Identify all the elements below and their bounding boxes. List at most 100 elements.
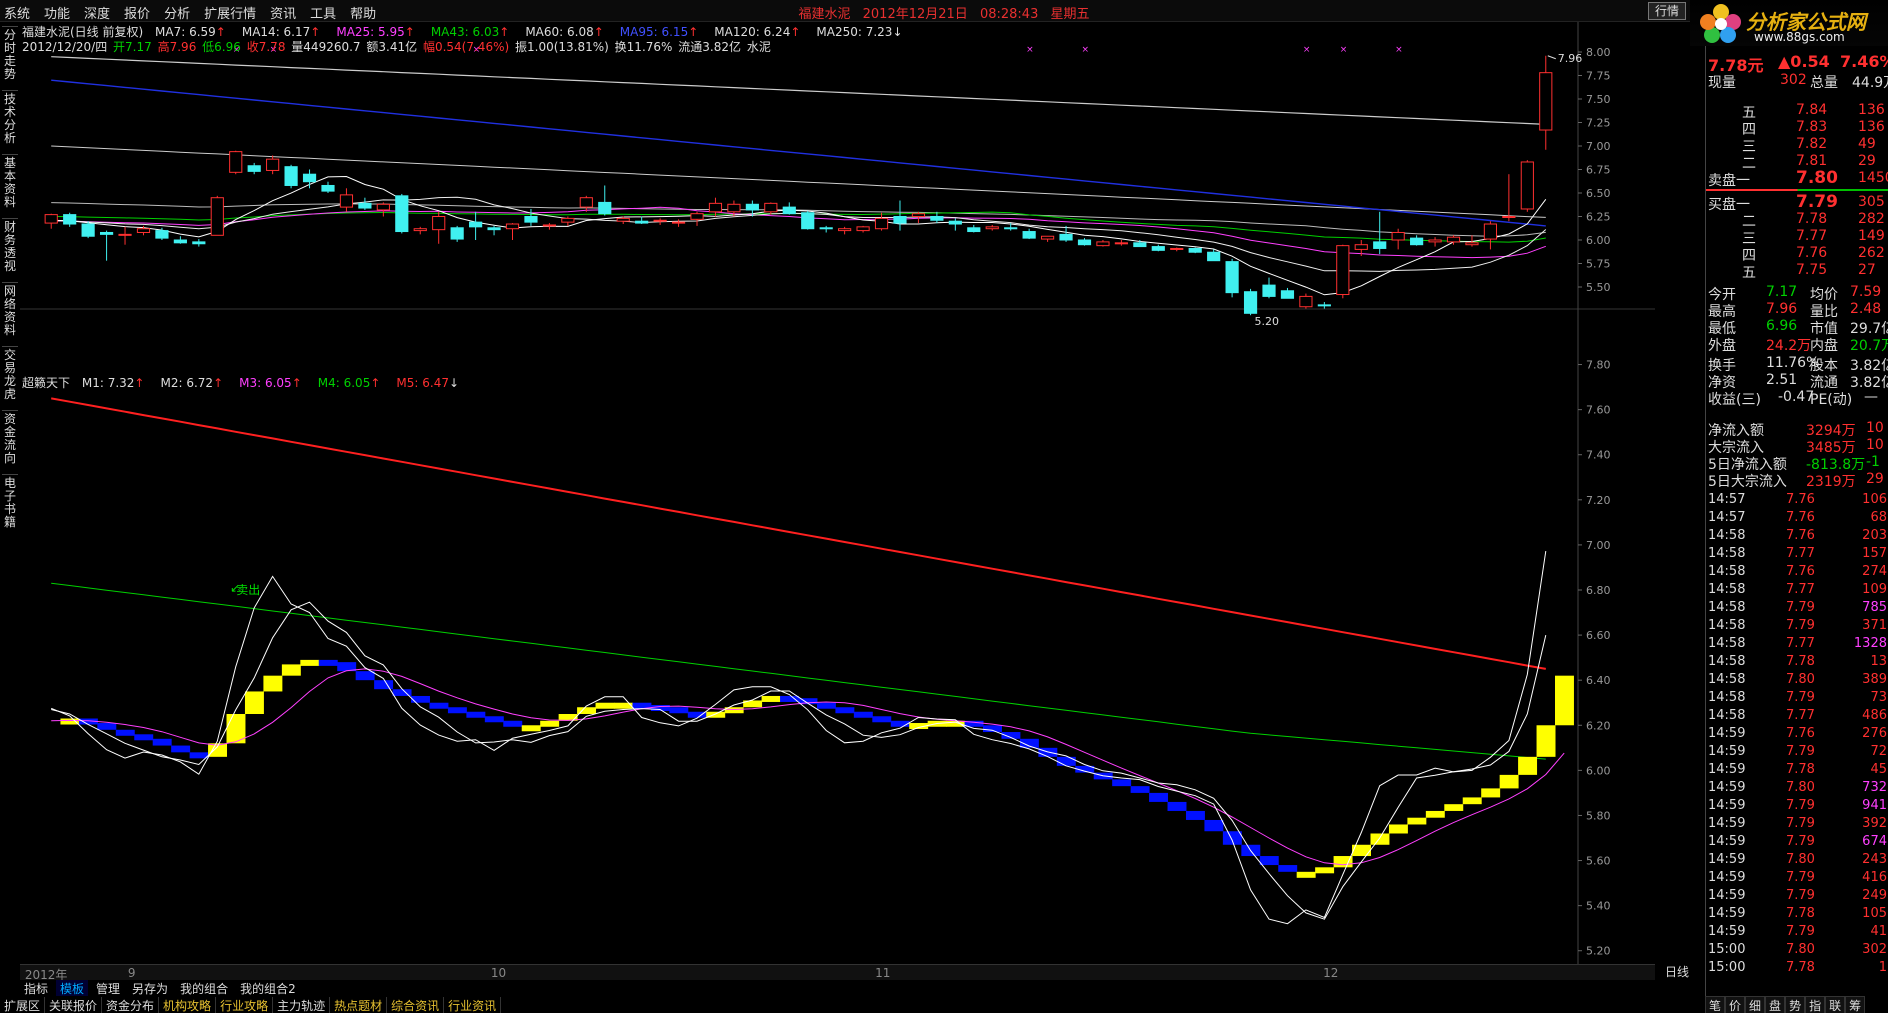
right-tab[interactable]: 势 — [1785, 996, 1806, 1013]
candle-body[interactable] — [395, 195, 409, 233]
sell-level[interactable]: 五 7.84 136 — [1706, 102, 1888, 121]
candle-body[interactable] — [653, 219, 667, 222]
indicator-name[interactable]: 超籁天下 — [22, 376, 70, 390]
tick-row[interactable]: 14:58 7.77 109 — [1706, 582, 1888, 597]
candle-body[interactable] — [1280, 290, 1295, 299]
vtab-item[interactable]: 技术分析 — [2, 90, 18, 145]
tick-row[interactable]: 14:58 7.77 1328 — [1706, 636, 1888, 651]
candle-body[interactable] — [1502, 216, 1516, 218]
right-tab[interactable]: 笔 — [1705, 996, 1726, 1013]
candle-body[interactable] — [524, 216, 538, 223]
candle-body[interactable] — [81, 223, 95, 237]
candle-body[interactable] — [63, 214, 77, 225]
tick-row[interactable]: 14:58 7.76 203 — [1706, 528, 1888, 543]
tick-row[interactable]: 14:59 7.79 941 — [1706, 798, 1888, 813]
candle-body[interactable] — [1539, 72, 1553, 131]
candle-body[interactable] — [579, 197, 593, 208]
candle-body[interactable] — [284, 166, 298, 186]
status-tab[interactable]: 热点题材 — [330, 997, 388, 1013]
candle-body[interactable] — [911, 213, 926, 217]
candle-body[interactable] — [764, 202, 778, 213]
tick-row[interactable]: 15:00 7.80 302 — [1706, 942, 1888, 957]
candle-body[interactable] — [690, 213, 704, 220]
tick-row[interactable]: 14:58 7.79 371 — [1706, 618, 1888, 633]
candle-body[interactable] — [1354, 244, 1368, 250]
tick-row[interactable]: 14:59 7.79 41 — [1706, 924, 1888, 939]
candle-body[interactable] — [1207, 251, 1221, 262]
candle-body[interactable] — [1465, 242, 1479, 246]
kline-chart-svg[interactable]: 8.00 7.75 7.50 7.25 7.00 6.75 6.50 6.25 6.00 5.75… — [20, 22, 1655, 964]
candle-body[interactable] — [1299, 295, 1313, 308]
tick-row[interactable]: 14:59 7.80 732 — [1706, 780, 1888, 795]
tick-row[interactable]: 14:59 7.80 243 — [1706, 852, 1888, 867]
buy-level[interactable]: 五 7.75 27 — [1706, 262, 1888, 281]
right-tab[interactable]: 指 — [1805, 996, 1826, 1013]
right-tab[interactable]: 盘 — [1765, 996, 1786, 1013]
buy-level[interactable]: 买盘一 7.79 305 — [1706, 192, 1888, 213]
candle-body[interactable] — [598, 201, 612, 215]
candle-body[interactable] — [1336, 245, 1350, 296]
candle-body[interactable] — [321, 184, 335, 192]
tick-row[interactable]: 14:59 7.76 276 — [1706, 726, 1888, 741]
right-tab[interactable]: 联 — [1825, 996, 1846, 1013]
status-tab[interactable]: 资金分布 — [102, 997, 160, 1013]
right-tab[interactable]: 价 — [1725, 996, 1746, 1013]
candle-body[interactable] — [339, 194, 354, 208]
vtab-item[interactable]: 网络资料 — [2, 282, 18, 337]
candle-body[interactable] — [1446, 236, 1461, 243]
status-tab[interactable]: 主力轨迹 — [273, 997, 331, 1013]
candle-body[interactable] — [1041, 235, 1055, 240]
candle-body[interactable] — [1133, 242, 1147, 248]
sell-level[interactable]: 四 7.83 136 — [1706, 119, 1888, 138]
candle-body[interactable] — [819, 227, 833, 230]
tick-row[interactable]: 14:59 7.78 45 — [1706, 762, 1888, 777]
sell-level[interactable]: 三 7.82 49 — [1706, 136, 1888, 155]
kline-chart-area[interactable]: 8.00 7.75 7.50 7.25 7.00 6.75 6.50 6.25 6.00 5.75… — [20, 22, 1655, 990]
indicator-tab[interactable]: 管理 — [92, 980, 125, 996]
candle-body[interactable] — [1317, 304, 1331, 307]
candle-body[interactable] — [1022, 231, 1036, 239]
candle-body[interactable] — [948, 220, 962, 225]
indicator-tab[interactable]: 我的组合2 — [236, 980, 300, 996]
vtab-item[interactable]: 电子书籍 — [2, 474, 18, 529]
candle-body[interactable] — [1373, 241, 1387, 249]
status-tab[interactable]: 扩展区 — [0, 997, 46, 1013]
vtab-item[interactable]: 基本资料 — [2, 154, 18, 209]
candle-body[interactable] — [1170, 247, 1184, 250]
candle-body[interactable] — [1391, 231, 1405, 241]
candle-body[interactable] — [967, 227, 981, 233]
candle-body[interactable] — [893, 216, 907, 224]
candle-body[interactable] — [136, 228, 151, 233]
candle-body[interactable] — [173, 239, 187, 244]
candle-body[interactable] — [1262, 284, 1276, 297]
candle-body[interactable] — [487, 227, 501, 231]
candle-body[interactable] — [635, 220, 649, 224]
sell-level[interactable]: 卖盘一 7.80 1450 — [1706, 168, 1888, 189]
candle-body[interactable] — [542, 224, 556, 227]
candle-body[interactable] — [1225, 261, 1239, 294]
right-tab[interactable]: 细 — [1745, 996, 1766, 1013]
vtab-item[interactable]: 交易龙虎 — [2, 346, 18, 401]
candle-body[interactable] — [450, 227, 464, 240]
candle-body[interactable] — [413, 228, 427, 232]
candle-body[interactable] — [505, 223, 520, 230]
candle-body[interactable] — [1188, 247, 1202, 253]
tick-row[interactable]: 14:59 7.79 249 — [1706, 888, 1888, 903]
tick-row[interactable]: 14:57 7.76 68 — [1706, 510, 1888, 525]
candle-body[interactable] — [856, 226, 870, 232]
candle-body[interactable] — [1520, 161, 1534, 210]
tick-row[interactable]: 14:59 7.78 105 — [1706, 906, 1888, 921]
tick-row[interactable]: 14:58 7.80 389 — [1706, 672, 1888, 687]
candle-body[interactable] — [930, 216, 944, 221]
candle-body[interactable] — [671, 221, 686, 224]
right-tab[interactable]: 筹 — [1845, 996, 1866, 1013]
candle-body[interactable] — [838, 228, 852, 232]
status-tab[interactable]: 综合资讯 — [387, 997, 445, 1013]
candle-body[interactable] — [745, 203, 759, 211]
buy-level[interactable]: 二 7.78 282 — [1706, 211, 1888, 230]
candle-body[interactable] — [229, 151, 243, 173]
candle-body[interactable] — [1096, 241, 1110, 247]
indicator-tab[interactable]: 指标 — [20, 980, 53, 996]
candle-body[interactable] — [1004, 227, 1018, 230]
indicator-tab[interactable]: 模板 — [56, 980, 89, 996]
